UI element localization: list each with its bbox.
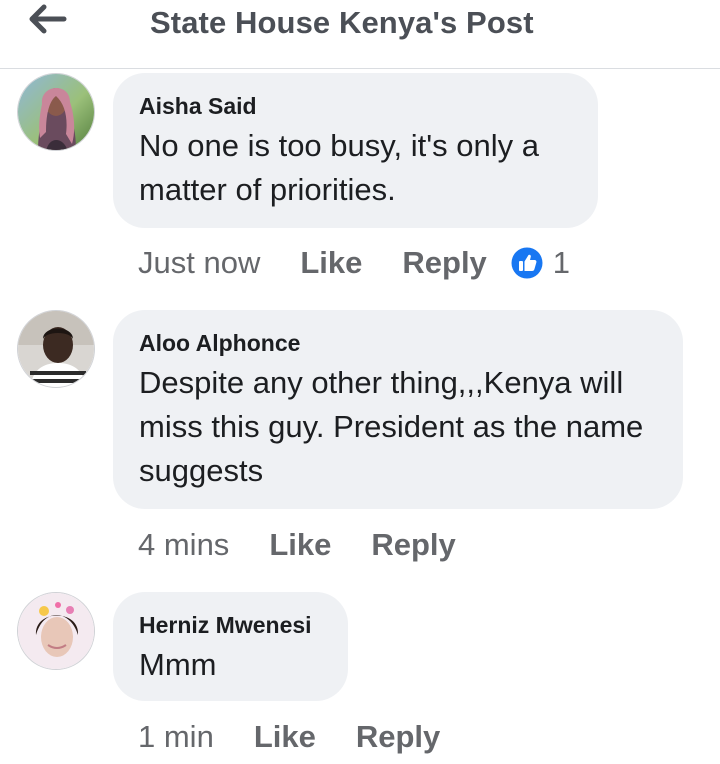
comment-author[interactable]: Aloo Alphonce bbox=[139, 329, 657, 357]
back-button[interactable] bbox=[26, 2, 70, 36]
reply-button[interactable]: Reply bbox=[402, 245, 486, 281]
like-button[interactable]: Like bbox=[254, 719, 316, 755]
like-button[interactable]: Like bbox=[300, 245, 362, 281]
comment-actions: Just now Like Reply 1 bbox=[138, 243, 570, 283]
profile-photo-icon bbox=[18, 593, 94, 669]
comment-actions: 1 min Like Reply bbox=[138, 717, 440, 757]
comment-bubble: Aisha Said No one is too busy, it's only… bbox=[113, 73, 598, 228]
comment-text: No one is too busy, it's only a matter o… bbox=[139, 128, 539, 207]
comment-text: Despite any other thing,,,Kenya will mis… bbox=[139, 365, 644, 488]
page-title: State House Kenya's Post bbox=[150, 5, 534, 40]
comment-actions: 4 mins Like Reply bbox=[138, 525, 456, 565]
reaction-count: 1 bbox=[552, 245, 571, 280]
arrow-left-icon bbox=[29, 4, 67, 34]
comment-bubble: Herniz Mwenesi Mmm bbox=[113, 592, 348, 701]
avatar[interactable] bbox=[17, 592, 95, 670]
comment-time[interactable]: 1 min bbox=[138, 719, 214, 755]
comment-time[interactable]: 4 mins bbox=[138, 527, 229, 563]
reply-button[interactable]: Reply bbox=[371, 527, 455, 563]
profile-photo-icon bbox=[18, 311, 94, 387]
comment-author[interactable]: Herniz Mwenesi bbox=[139, 611, 322, 639]
like-button[interactable]: Like bbox=[269, 527, 331, 563]
comment-author[interactable]: Aisha Said bbox=[139, 92, 572, 120]
comment-text: Mmm bbox=[139, 647, 217, 682]
profile-photo-icon bbox=[18, 74, 94, 150]
reply-button[interactable]: Reply bbox=[356, 719, 440, 755]
avatar[interactable] bbox=[17, 310, 95, 388]
comment-bubble: Aloo Alphonce Despite any other thing,,,… bbox=[113, 310, 683, 509]
comment-time[interactable]: Just now bbox=[138, 245, 260, 281]
avatar[interactable] bbox=[17, 73, 95, 151]
like-icon bbox=[511, 247, 543, 279]
reaction-summary[interactable]: 1 bbox=[511, 245, 570, 281]
top-bar: State House Kenya's Post bbox=[0, 0, 720, 69]
